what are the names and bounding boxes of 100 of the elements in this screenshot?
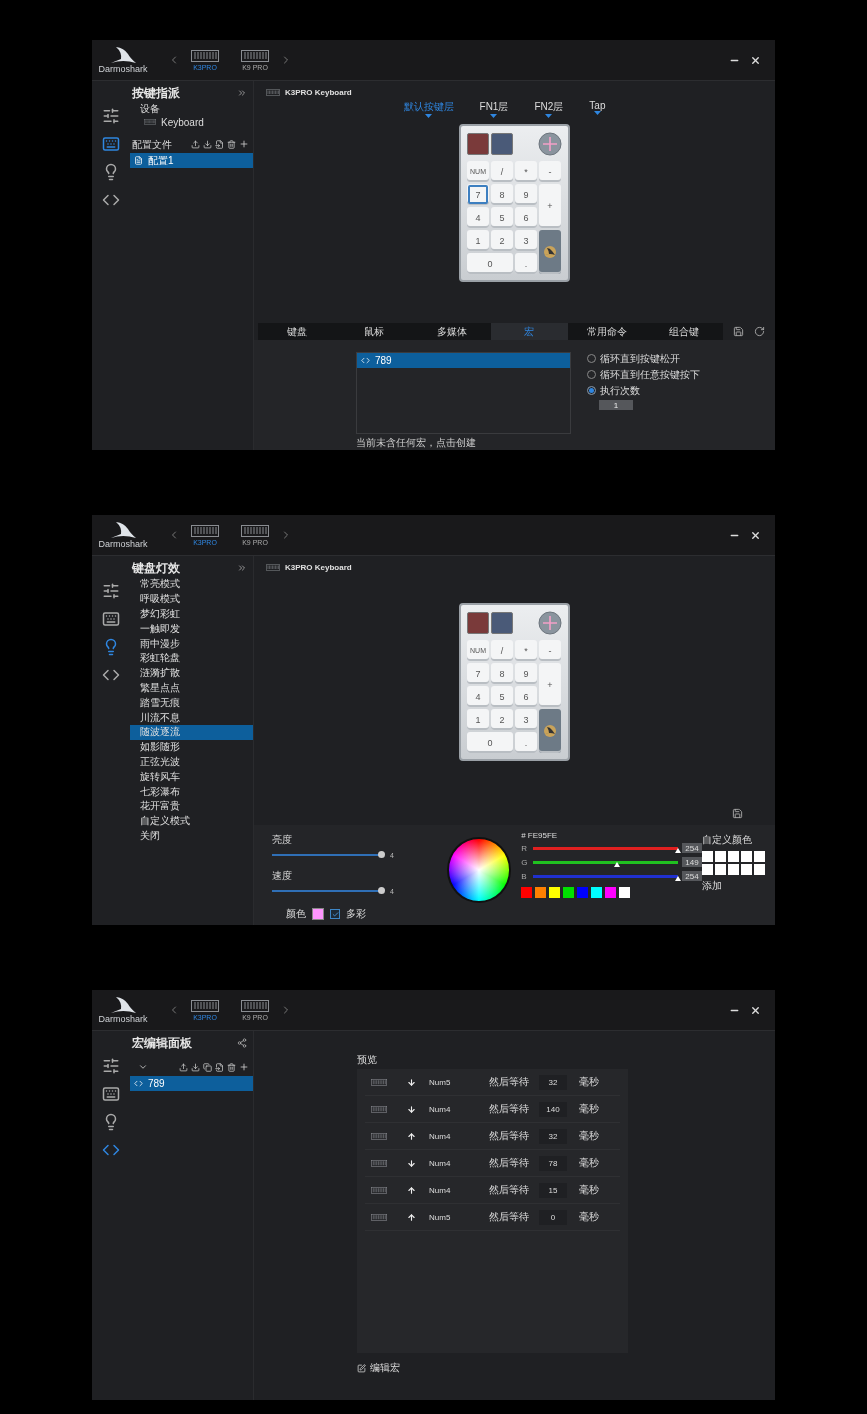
custom-color-slot[interactable] [741, 864, 752, 875]
expand-icon[interactable] [237, 88, 247, 98]
custom-color-slot[interactable] [754, 864, 765, 875]
layer-tab[interactable]: FN2层 [534, 100, 564, 118]
keycap[interactable]: 5 [491, 686, 513, 707]
custom-color-slot[interactable] [702, 864, 713, 875]
keycap[interactable]: 2 [491, 230, 513, 251]
delay-field[interactable]: 78 [539, 1155, 567, 1171]
save-icon[interactable] [732, 808, 743, 819]
keycap[interactable]: 1 [467, 230, 489, 251]
effect-item[interactable]: 七彩瀑布 [130, 784, 253, 799]
keycap[interactable]: 3 [515, 709, 537, 730]
preset-swatch[interactable] [521, 887, 533, 898]
effect-item[interactable]: 梦幻彩虹 [130, 606, 253, 622]
effect-item[interactable]: 如影随形 [130, 739, 253, 755]
keycap[interactable]: * [515, 161, 537, 182]
sliders-icon[interactable] [102, 582, 120, 600]
effect-item[interactable]: 关闭 [130, 828, 253, 844]
effect-item[interactable]: 一触即发 [130, 621, 253, 637]
custom-color-slot[interactable] [715, 851, 726, 862]
effect-item[interactable]: 雨中漫步 [130, 636, 253, 651]
effect-item[interactable]: 川流不息 [130, 710, 253, 725]
keycap[interactable]: 4 [467, 207, 489, 228]
slider-thumb[interactable] [378, 851, 385, 858]
keycap[interactable]: + [539, 184, 561, 228]
keycap[interactable]: + [539, 663, 561, 707]
keycap[interactable]: 1 [467, 709, 489, 730]
preset-swatch[interactable] [591, 887, 603, 898]
delay-field[interactable]: 140 [539, 1101, 567, 1117]
sliders-icon[interactable] [102, 107, 120, 125]
custom-color-slot[interactable] [741, 851, 752, 862]
function-tab[interactable]: 组合键 [645, 323, 723, 340]
color-swatch[interactable] [312, 908, 324, 920]
delay-field[interactable]: 15 [539, 1182, 567, 1198]
close-icon[interactable] [750, 529, 761, 541]
preset-swatch[interactable] [577, 887, 589, 898]
function-tab[interactable]: 鼠标 [335, 323, 413, 340]
keyboard-icon[interactable] [102, 610, 120, 628]
export-icon[interactable] [191, 139, 200, 149]
sliders-icon[interactable] [102, 1057, 120, 1075]
function-tab[interactable]: 键盘 [258, 323, 336, 340]
keycap[interactable]: 5 [491, 207, 513, 228]
add-icon[interactable] [239, 139, 249, 149]
effect-item[interactable]: 随波逐流 [130, 724, 253, 740]
radio-button[interactable] [587, 386, 596, 395]
keycap[interactable]: - [539, 640, 561, 661]
keycap[interactable]: * [515, 640, 537, 661]
effect-item[interactable]: 旋转风车 [130, 769, 253, 785]
delete-icon[interactable] [227, 139, 236, 149]
effect-item[interactable]: 呼吸模式 [130, 591, 253, 607]
file-icon[interactable] [215, 139, 224, 149]
delay-field[interactable]: 0 [539, 1209, 567, 1225]
function-tab[interactable]: 常用命令 [568, 323, 646, 340]
channel-slider[interactable] [533, 846, 678, 850]
effect-item[interactable]: 正弦光波 [130, 754, 253, 770]
macro-item[interactable]: 789 [357, 353, 570, 368]
save-icon[interactable] [733, 326, 744, 337]
profile-item[interactable]: 配置1 [130, 153, 253, 168]
keycap[interactable]: . [515, 253, 537, 274]
keycap[interactable]: 8 [491, 184, 513, 205]
count-field[interactable]: 1 [599, 400, 633, 410]
function-tab[interactable]: 多媒体 [413, 323, 491, 340]
keycap[interactable]: 9 [515, 184, 537, 205]
keycap[interactable]: / [491, 640, 513, 661]
keyboard-icon[interactable] [102, 135, 120, 153]
keycap[interactable]: 7 [467, 184, 489, 205]
share-icon[interactable] [237, 1038, 247, 1048]
function-tab[interactable]: 宏 [490, 323, 568, 340]
preset-swatch[interactable] [563, 887, 575, 898]
keycap[interactable]: 6 [515, 207, 537, 228]
file-icon[interactable] [215, 1062, 224, 1072]
refresh-icon[interactable] [754, 326, 765, 337]
custom-color-slot[interactable] [702, 851, 713, 862]
delete-icon[interactable] [227, 1062, 236, 1072]
preset-swatch[interactable] [605, 887, 617, 898]
keycap[interactable]: 0 [467, 253, 513, 274]
effect-item[interactable]: 踏雪无痕 [130, 695, 253, 711]
close-icon[interactable] [750, 54, 761, 66]
keycap[interactable]: 0 [467, 732, 513, 753]
preset-swatch[interactable] [619, 887, 631, 898]
keycap[interactable]: 4 [467, 686, 489, 707]
keycap[interactable]: 8 [491, 663, 513, 684]
layer-tab[interactable]: 默认按键层 [403, 100, 454, 118]
slider-thumb[interactable] [614, 861, 621, 867]
edit-macro-button[interactable]: 编辑宏 [357, 1361, 400, 1375]
keyboard-icon[interactable] [102, 1085, 120, 1103]
keycap[interactable]: 7 [467, 663, 489, 684]
custom-color-slot[interactable] [728, 864, 739, 875]
effect-item[interactable]: 花开富贵 [130, 798, 253, 814]
layer-tab[interactable]: FN1层 [479, 100, 509, 118]
preset-swatch[interactable] [549, 887, 561, 898]
effect-item[interactable]: 彩虹轮盘 [130, 651, 253, 666]
copy-icon[interactable] [203, 1062, 212, 1072]
custom-color-slot[interactable] [728, 851, 739, 862]
delay-field[interactable]: 32 [539, 1128, 567, 1144]
effect-item[interactable]: 繁星点点 [130, 680, 253, 696]
expand-icon[interactable] [237, 563, 247, 573]
channel-slider[interactable] [533, 874, 678, 878]
delay-field[interactable]: 32 [539, 1074, 567, 1090]
checkbox[interactable] [330, 909, 340, 919]
